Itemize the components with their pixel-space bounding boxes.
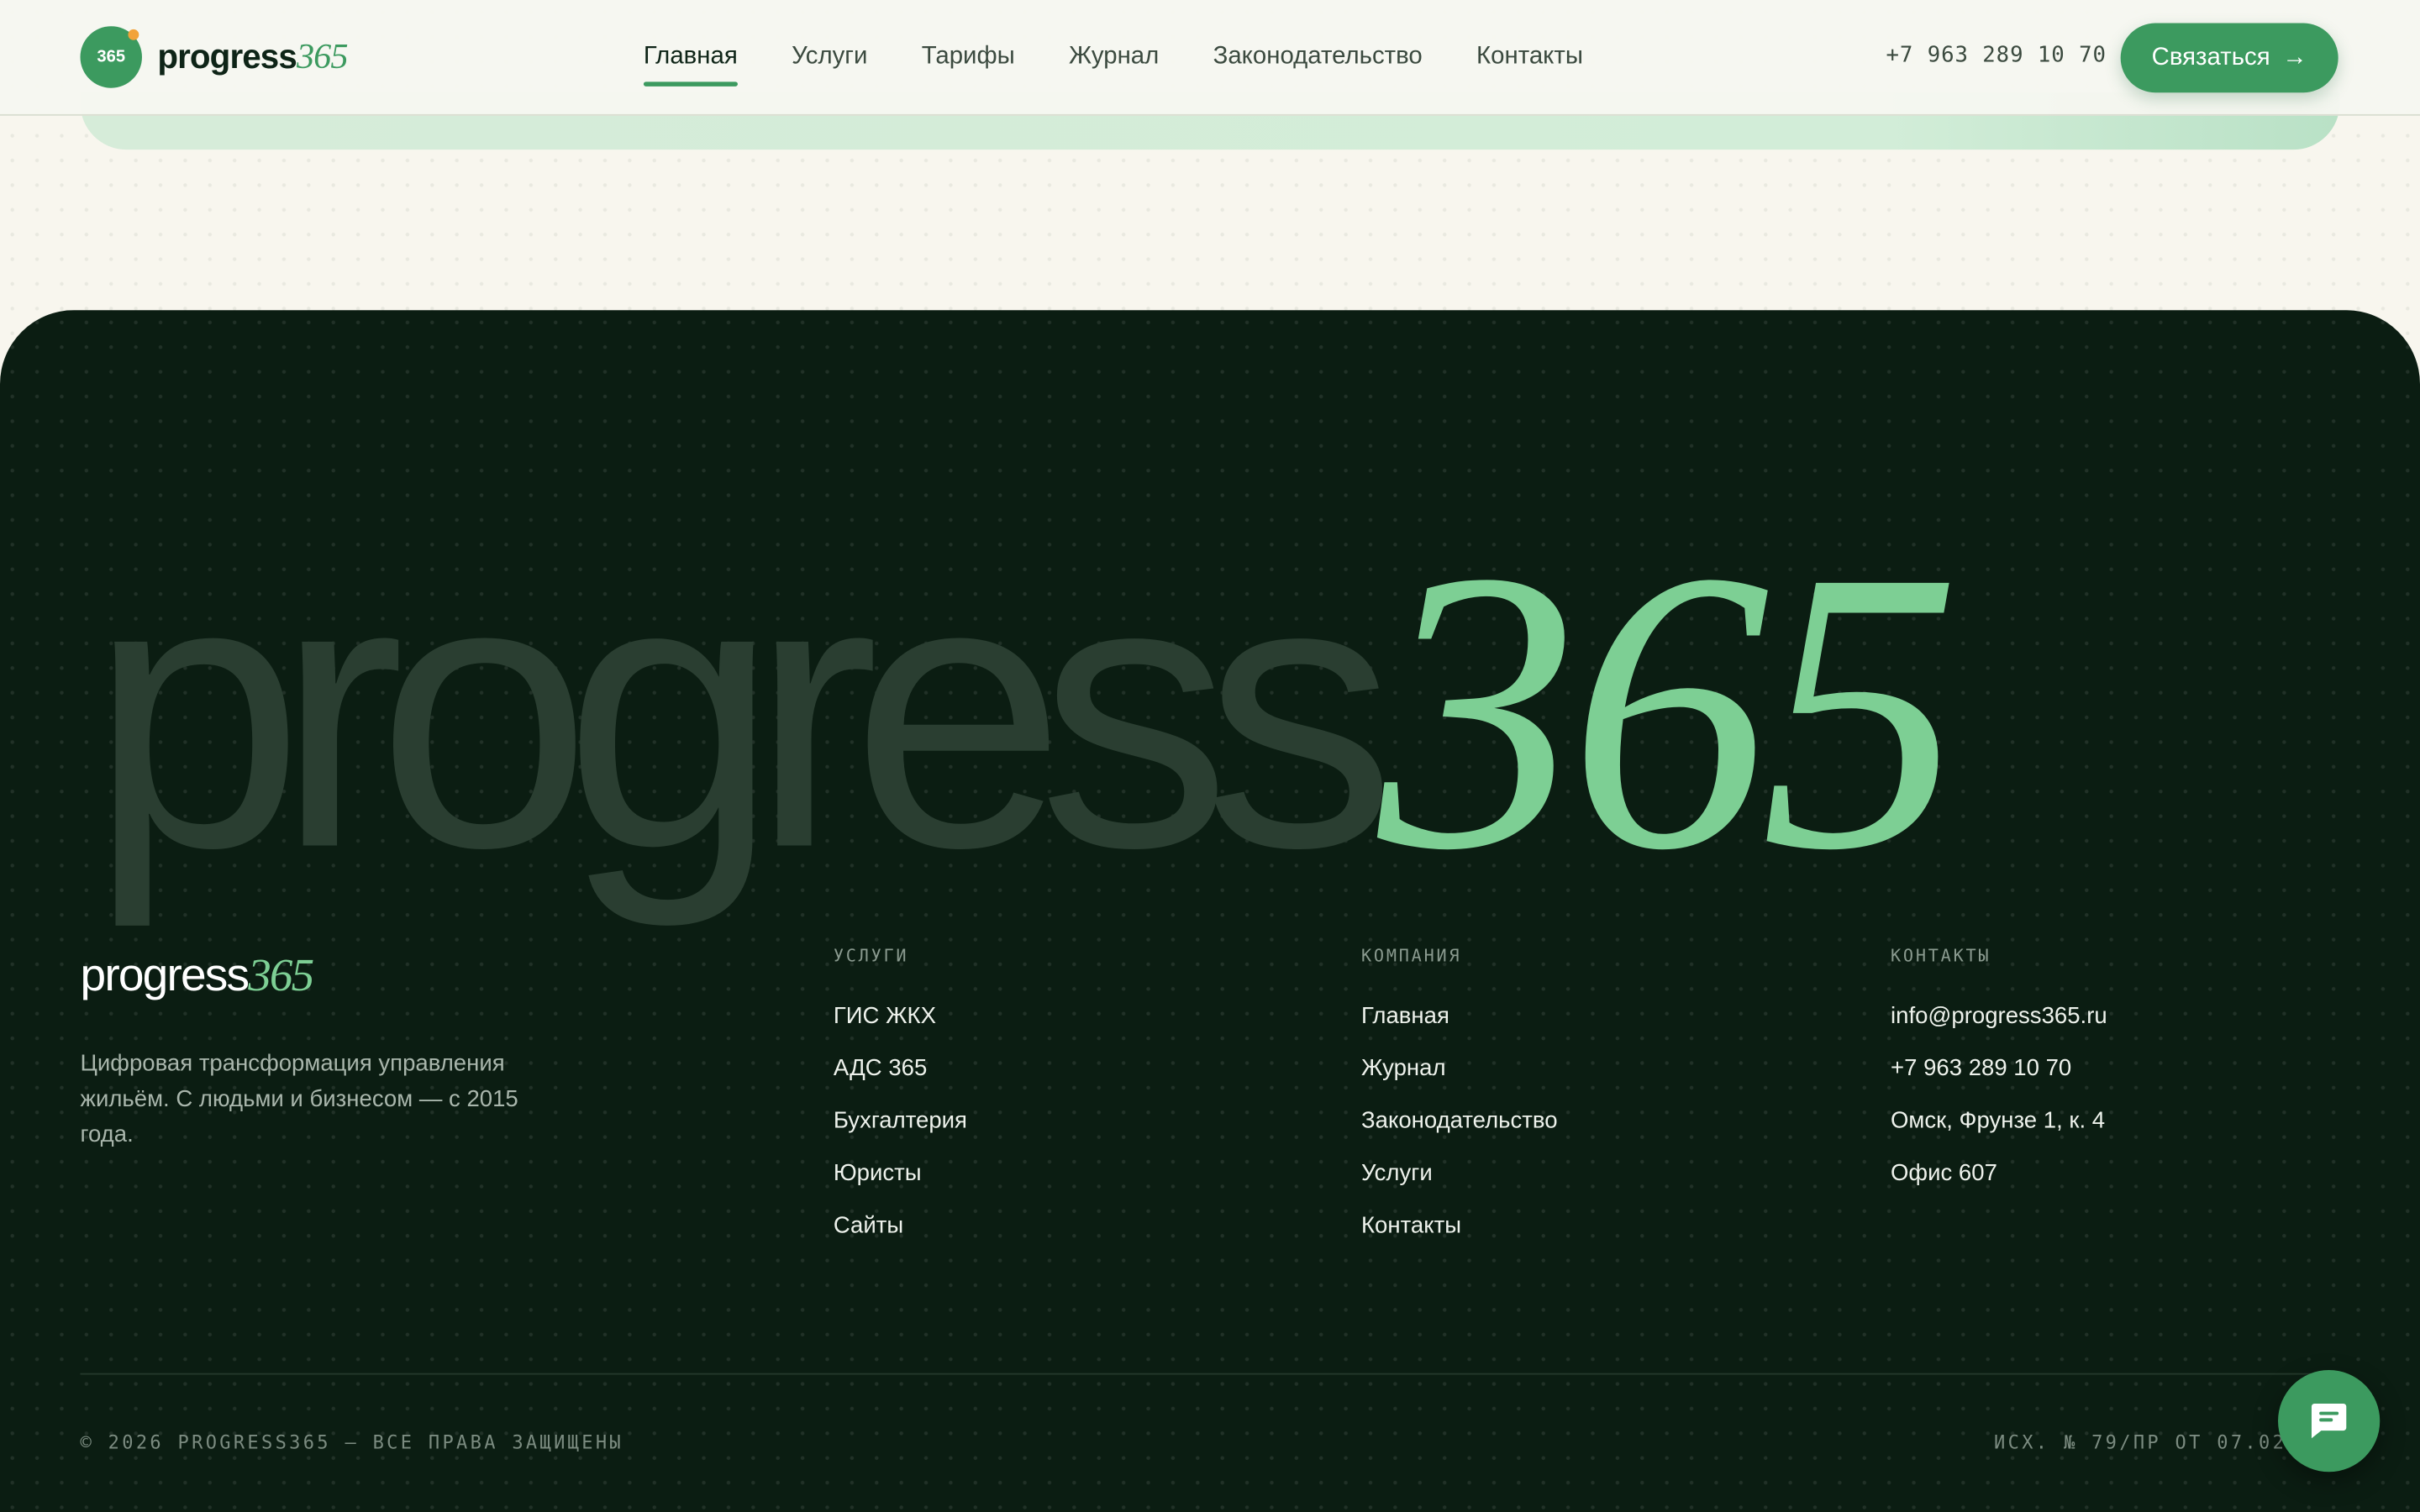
footer-logo-word: progress <box>80 950 250 1002</box>
footer-column-services: УСЛУГИ ГИС ЖКХ АДС 365 Бухгалтерия Юрист… <box>834 946 967 1265</box>
chat-button[interactable] <box>2278 1370 2381 1473</box>
footer-logo-number: 365 <box>248 950 314 1002</box>
footer-link-phone[interactable]: +7 963 289 10 70 <box>1891 1055 2107 1107</box>
footer-link-email[interactable]: info@progress365.ru <box>1891 1003 2107 1055</box>
logo-word: progress <box>157 37 297 76</box>
column-heading: КОМПАНИЯ <box>1361 945 1462 966</box>
footer-link-legislation[interactable]: Законодательство <box>1361 1108 1558 1160</box>
chat-bubble-icon <box>2311 1403 2347 1439</box>
footer-link-home[interactable]: Главная <box>1361 1003 1558 1055</box>
footer-office: Офис 607 <box>1891 1160 1997 1187</box>
contact-button-label: Связаться <box>2151 44 2270 71</box>
nav-item-contacts[interactable]: Контакты <box>1476 43 1583 71</box>
arrow-right-icon: → <box>2282 44 2307 71</box>
logo-number: 365 <box>296 37 349 76</box>
column-heading: КОНТАКТЫ <box>1891 945 1991 966</box>
contact-button[interactable]: Связаться → <box>2120 23 2338 93</box>
footer-column-contacts: КОНТАКТЫ info@progress365.ru +7 963 289 … <box>1891 946 2107 1213</box>
big-wordmark-number: 365 <box>1377 489 1961 934</box>
logo-badge-text: 365 <box>97 47 126 66</box>
footer-copyright: © 2026 PROGRESS365 — ВСЕ ПРАВА ЗАЩИЩЕНЫ <box>80 1431 623 1454</box>
nav-item-services[interactable]: Услуги <box>792 43 867 71</box>
site-footer: progress365 progress365 Цифровая трансфо… <box>0 310 2420 1512</box>
footer-link-contacts[interactable]: Контакты <box>1361 1213 1558 1265</box>
footer-link-gis[interactable]: ГИС ЖКХ <box>834 1003 967 1055</box>
logo-badge-icon: 365 <box>80 26 142 88</box>
footer-link-accounting[interactable]: Бухгалтерия <box>834 1108 967 1160</box>
logo-wordmark: progress365 <box>157 37 349 77</box>
footer-description: Цифровая трансформация управления жильём… <box>80 1050 518 1148</box>
footer-address: Омск, Фрунзе 1, к. 4 <box>1891 1107 2106 1134</box>
footer-reference: ИСХ. № 79/ПР ОТ 07.02. <box>1994 1431 2301 1454</box>
footer-column-company: КОМПАНИЯ Главная Журнал Законодательство… <box>1361 946 1558 1265</box>
header-phone-link[interactable]: +7 963 289 10 70 <box>1886 43 2106 67</box>
big-wordmark-word: progress <box>89 496 1397 927</box>
footer-link-ads[interactable]: АДС 365 <box>834 1055 967 1107</box>
footer-link-journal[interactable]: Журнал <box>1361 1055 1558 1107</box>
logo-dot <box>128 29 139 40</box>
main-nav: Главная Услуги Тарифы Журнал Законодател… <box>643 43 1637 87</box>
nav-item-legislation[interactable]: Законодательство <box>1213 43 1423 71</box>
header-logo[interactable]: 365 progress365 <box>80 26 349 88</box>
nav-item-journal[interactable]: Журнал <box>1069 43 1159 71</box>
column-heading: УСЛУГИ <box>833 945 909 966</box>
footer-link-websites[interactable]: Сайты <box>834 1213 967 1265</box>
page: 365 progress365 Главная Услуги Тарифы Жу… <box>0 0 2420 1512</box>
footer-link-services[interactable]: Услуги <box>1361 1160 1558 1212</box>
footer-divider <box>80 1373 2340 1375</box>
site-header: 365 progress365 Главная Услуги Тарифы Жу… <box>0 0 2420 116</box>
nav-item-pricing[interactable]: Тарифы <box>922 43 1015 71</box>
nav-item-home[interactable]: Главная <box>643 43 738 87</box>
footer-logo[interactable]: progress365 <box>80 950 315 1002</box>
footer-big-wordmark: progress365 <box>90 511 1961 912</box>
footer-link-lawyers[interactable]: Юристы <box>834 1160 967 1212</box>
